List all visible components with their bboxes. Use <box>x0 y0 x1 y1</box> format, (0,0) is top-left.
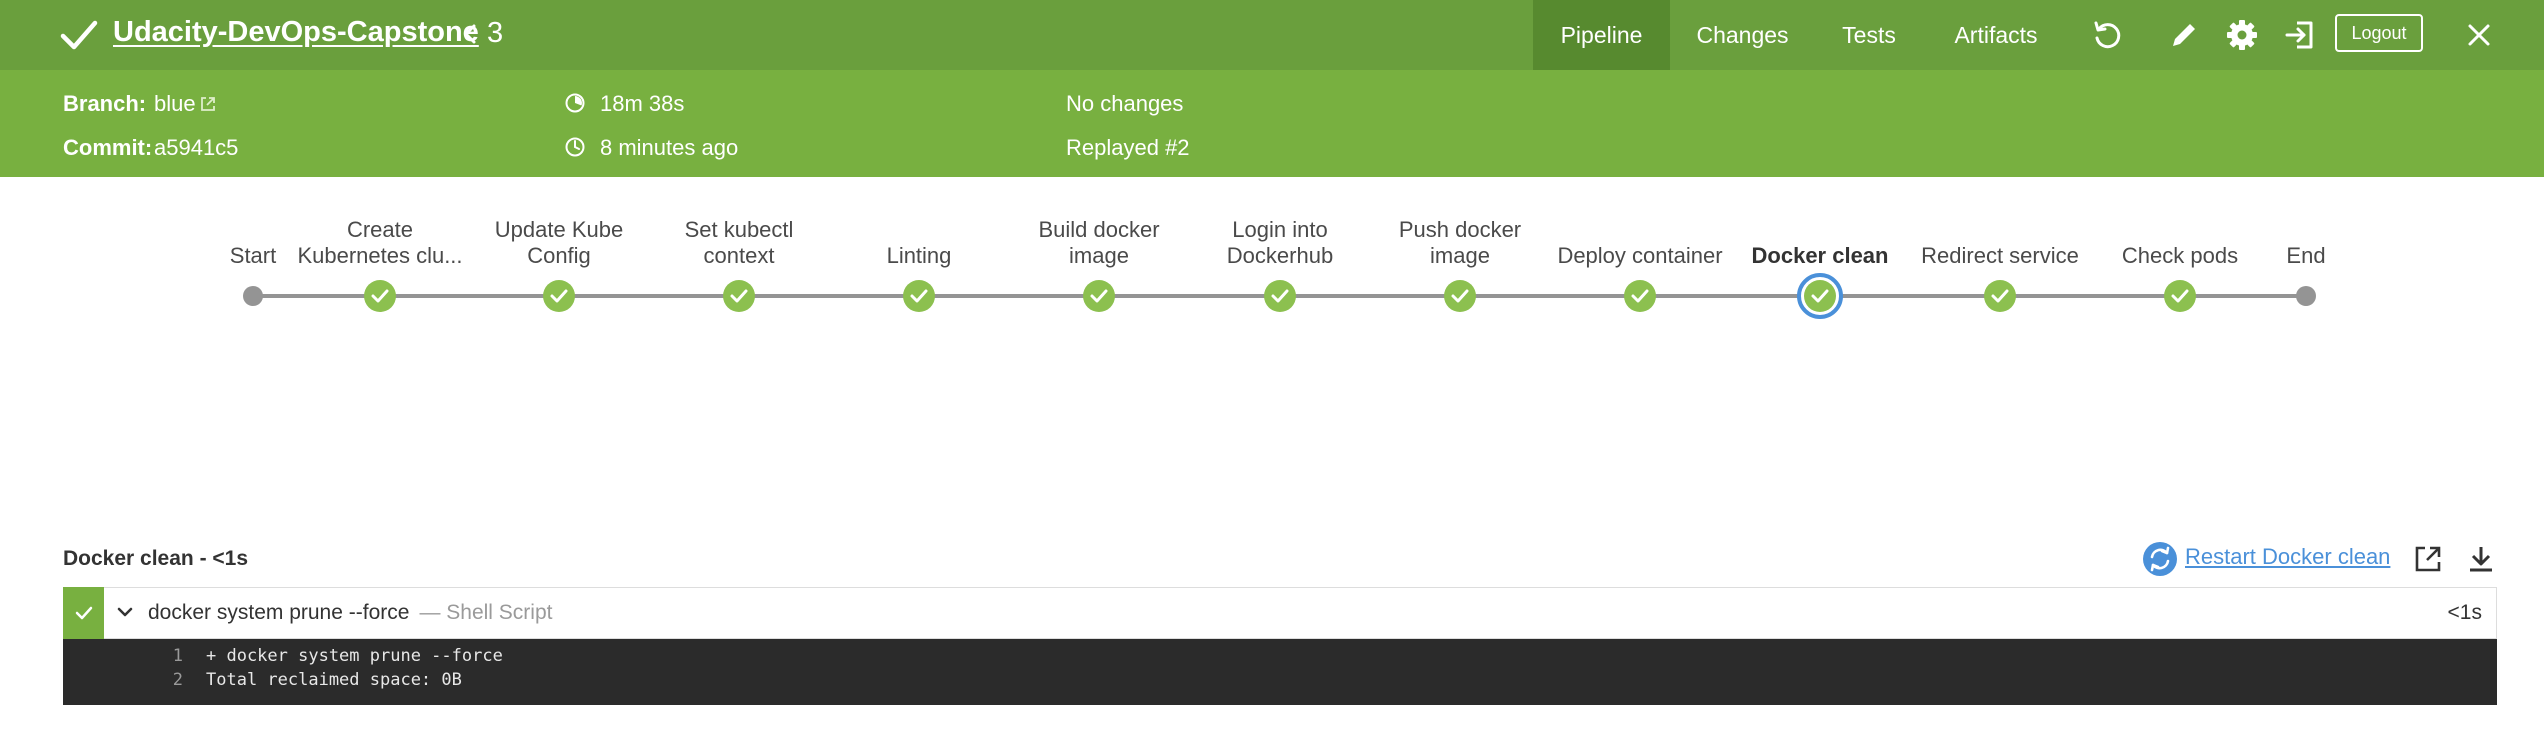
stage-connector <box>380 294 559 298</box>
stage-node-create-kubernetes-clu[interactable] <box>356 272 404 320</box>
stage-node-linting[interactable] <box>895 272 943 320</box>
chevron-down-icon[interactable] <box>116 603 134 621</box>
stage-label-line: image <box>1069 243 1129 268</box>
top-header: Udacity-DevOps-Capstone 3 Pipeline Chang… <box>0 0 2544 70</box>
run-duration: 18m 38s <box>600 91 685 116</box>
tab-changes[interactable]: Changes <box>1670 0 1815 70</box>
stage-label-login-into-dockerhub[interactable]: Login into Dockerhub <box>1192 217 1368 269</box>
changes-summary: No changes <box>1066 91 1184 116</box>
stage-label-docker-clean[interactable]: Docker clean <box>1732 243 1908 269</box>
stage-label-line: Create <box>346 217 414 242</box>
check-icon <box>75 606 93 620</box>
chevron-left-icon <box>464 24 476 44</box>
stage-connector <box>919 294 1099 298</box>
stage-label-create-kubernetes-clu[interactable]: Create Kubernetes clu... <box>292 217 468 269</box>
commit-value: a5941c5 <box>154 135 239 160</box>
stage-label-line: Config <box>527 243 591 268</box>
stage-connector <box>1820 294 2000 298</box>
stage-label-line: Update Kube <box>494 217 624 242</box>
finished-time: 8 minutes ago <box>600 135 739 160</box>
step-command-text: docker system prune --force <box>148 601 410 624</box>
step-row[interactable]: docker system prune --force — Shell Scrip… <box>63 587 2497 639</box>
stage-label-build-docker-image[interactable]: Build docker image <box>1011 217 1187 269</box>
log-line-text: + docker system prune --force <box>206 646 503 666</box>
log-line-text: Total reclaimed space: 0B <box>206 670 462 690</box>
stage-node-redirect-service[interactable] <box>1976 272 2024 320</box>
exit-icon[interactable] <box>2283 18 2317 52</box>
step-kind: — Shell Script <box>419 601 553 624</box>
stage-label-line: Build docker <box>1038 217 1160 242</box>
clock-icon <box>565 137 585 157</box>
close-icon[interactable] <box>2462 18 2496 52</box>
stage-label-line: Push docker <box>1398 217 1522 242</box>
stage-label-line: Dockerhub <box>1226 243 1334 268</box>
replayed-label: Replayed #2 <box>1066 135 1190 160</box>
stage-connector <box>739 294 919 298</box>
log-line-number: 2 <box>172 670 183 690</box>
duration-icon <box>565 93 585 113</box>
logout-button[interactable]: Logout <box>2335 14 2423 52</box>
stage-label-deploy-container[interactable]: Deploy container <box>1552 243 1728 269</box>
stage-node-build-docker-image[interactable] <box>1075 272 1123 320</box>
stage-label-line: Kubernetes clu... <box>297 243 463 268</box>
stage-node-deploy-container[interactable] <box>1616 272 1664 320</box>
restart-stage-link[interactable]: Restart Docker clean <box>2185 544 2390 570</box>
stage-label-linting[interactable]: Linting <box>831 243 1007 269</box>
step-status-success <box>63 587 104 639</box>
replay-icon[interactable] <box>2090 18 2124 52</box>
branch-label: Branch: <box>63 91 147 116</box>
stage-label-line: Set kubectl <box>684 217 794 242</box>
external-link-icon[interactable] <box>199 95 217 113</box>
restart-icon[interactable] <box>2142 541 2178 577</box>
edit-icon[interactable] <box>2167 18 2201 52</box>
stage-node-login-into-dockerhub[interactable] <box>1256 272 1304 320</box>
stage-connector <box>1460 294 1640 298</box>
stage-label-update-kube-config[interactable]: Update Kube Config <box>471 217 647 269</box>
step-duration: <1s <box>2447 601 2482 624</box>
run-number: 3 <box>487 17 504 49</box>
stage-node-docker-clean[interactable] <box>1796 272 1844 320</box>
stage-node-set-kubectl-context[interactable] <box>715 272 763 320</box>
log-line-number: 1 <box>172 646 183 666</box>
run-summary-bar: Branch: blue Commit: a5941c5 18m 38s 8 m… <box>0 70 2544 177</box>
stage-label-set-kubectl-context[interactable]: Set kubectl context <box>651 217 827 269</box>
stage-label-redirect-service[interactable]: Redirect service <box>1912 243 2088 269</box>
branch-value-link[interactable]: blue <box>154 91 196 117</box>
pipeline-end-node[interactable] <box>2294 284 2318 308</box>
pipeline-title-link[interactable]: Udacity-DevOps-Capstone <box>113 16 479 49</box>
step-panel-title: Docker clean - <1s <box>63 547 249 570</box>
tab-tests[interactable]: Tests <box>1815 0 1923 70</box>
stage-node-check-pods[interactable] <box>2156 272 2204 320</box>
tab-artifacts[interactable]: Artifacts <box>1923 0 2069 70</box>
stage-connector <box>1640 294 1820 298</box>
stage-connector <box>1280 294 1460 298</box>
tab-pipeline[interactable]: Pipeline <box>1533 0 1670 70</box>
stage-connector <box>2000 294 2180 298</box>
stage-connector <box>559 294 739 298</box>
stage-label-push-docker-image[interactable]: Push docker image <box>1372 217 1548 269</box>
commit-label: Commit: <box>63 135 153 160</box>
stage-node-update-kube-config[interactable] <box>535 272 583 320</box>
check-icon <box>60 20 98 50</box>
gear-icon[interactable] <box>2225 18 2259 52</box>
stage-label-end[interactable]: End <box>2218 243 2394 269</box>
step-command: docker system prune --force — Shell Scrip… <box>148 601 552 625</box>
stage-connector <box>1099 294 1280 298</box>
stage-node-push-docker-image[interactable] <box>1436 272 1484 320</box>
open-in-new-window-icon[interactable] <box>2412 543 2444 575</box>
pipeline-graph: Start Create Kubernetes clu... Update Kube C… <box>0 177 2544 537</box>
pipeline-start-node[interactable] <box>241 284 265 308</box>
console-log: 1 + docker system prune --force 2 Total … <box>63 639 2497 705</box>
download-icon[interactable] <box>2465 543 2497 575</box>
stage-label-line: context <box>703 243 775 268</box>
stage-label-line: image <box>1430 243 1490 268</box>
stage-label-line: Login into <box>1232 217 1328 242</box>
